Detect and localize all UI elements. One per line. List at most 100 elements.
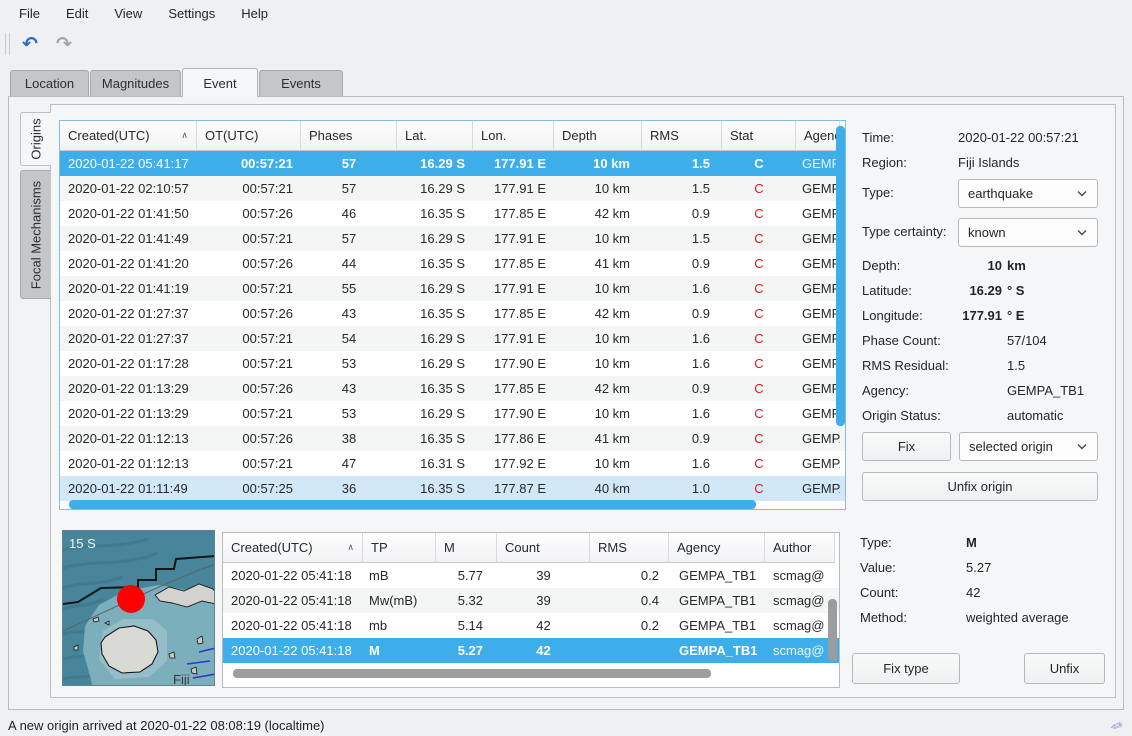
- table-cell: 16.29 S: [397, 151, 473, 176]
- table-cell: 16.31 S: [397, 451, 473, 476]
- menu-edit[interactable]: Edit: [55, 3, 99, 24]
- column-header-rms[interactable]: RMS: [590, 533, 669, 563]
- unfix-origin-button[interactable]: Unfix origin: [862, 472, 1098, 501]
- tab-magnitudes[interactable]: Magnitudes: [90, 70, 181, 97]
- magnitudes-hscrollbar[interactable]: [233, 669, 711, 678]
- table-row[interactable]: 2020-01-22 05:41:18mB5.77390.2GEMPA_TB1s…: [223, 563, 839, 588]
- menu-file[interactable]: File: [8, 3, 51, 24]
- table-cell: C: [722, 351, 796, 376]
- undo-icon[interactable]: ↶: [16, 30, 44, 58]
- column-header-m[interactable]: M: [436, 533, 497, 563]
- column-header-stat[interactable]: Stat: [722, 121, 796, 151]
- origins-table-body: 2020-01-22 05:41:1700:57:215716.29 S177.…: [60, 151, 845, 501]
- table-row[interactable]: 2020-01-22 01:12:1300:57:263816.35 S177.…: [60, 426, 845, 451]
- event-type-select[interactable]: earthquake: [958, 179, 1098, 208]
- table-cell: 2020-01-22 01:41:19: [60, 276, 197, 301]
- tab-origins[interactable]: Origins: [20, 112, 51, 166]
- table-cell: scmag@: [765, 588, 835, 613]
- table-cell: 5.32: [436, 588, 497, 613]
- tab-events[interactable]: Events: [259, 70, 343, 97]
- magnitudes-vscrollbar[interactable]: [828, 599, 837, 661]
- table-cell: M: [363, 638, 436, 663]
- table-cell: 16.29 S: [397, 176, 473, 201]
- table-row[interactable]: 2020-01-22 01:27:3700:57:264316.35 S177.…: [60, 301, 845, 326]
- table-cell: 42: [497, 638, 590, 663]
- table-row[interactable]: 2020-01-22 01:41:2000:57:264416.35 S177.…: [60, 251, 845, 276]
- table-cell: 10 km: [554, 401, 642, 426]
- column-header-phases[interactable]: Phases: [301, 121, 397, 151]
- table-cell: 2020-01-22 02:10:57: [60, 176, 197, 201]
- column-header-depth[interactable]: Depth: [554, 121, 642, 151]
- column-header-rms[interactable]: RMS: [642, 121, 722, 151]
- table-cell: 0.9: [642, 301, 722, 326]
- column-header-lon-[interactable]: Lon.: [473, 121, 554, 151]
- fix-type-button[interactable]: Fix type: [852, 653, 960, 684]
- table-cell: Mw(mB): [363, 588, 436, 613]
- table-cell: 10 km: [554, 326, 642, 351]
- magnitudes-table: Created(UTC)∧TPMCountRMSAgencyAuthor 202…: [222, 532, 840, 688]
- table-row[interactable]: 2020-01-22 01:11:4900:57:253616.35 S177.…: [60, 476, 845, 501]
- toolbar-drag-handle[interactable]: [5, 33, 10, 55]
- column-header-ot-utc-[interactable]: OT(UTC): [197, 121, 301, 151]
- table-row[interactable]: 2020-01-22 05:41:18Mw(mB)5.32390.4GEMPA_…: [223, 588, 839, 613]
- table-cell: C: [722, 251, 796, 276]
- table-cell: 42 km: [554, 301, 642, 326]
- table-cell: 10 km: [554, 176, 642, 201]
- table-row[interactable]: 2020-01-22 01:17:2800:57:215316.29 S177.…: [60, 351, 845, 376]
- map-thumbnail[interactable]: 15 S Fiji: [62, 530, 215, 686]
- origins-hscrollbar[interactable]: [69, 500, 756, 509]
- table-cell: mb: [363, 613, 436, 638]
- table-cell: C: [722, 226, 796, 251]
- table-row[interactable]: 2020-01-22 01:41:1900:57:215516.29 S177.…: [60, 276, 845, 301]
- table-cell: scmag@: [765, 638, 835, 663]
- table-row[interactable]: 2020-01-22 01:13:2900:57:264316.35 S177.…: [60, 376, 845, 401]
- column-header-agency[interactable]: Agency: [669, 533, 765, 563]
- table-cell: 44: [301, 251, 397, 276]
- type-certainty-select[interactable]: known: [958, 218, 1098, 247]
- column-header-agency[interactable]: Agency: [796, 121, 840, 151]
- table-cell: 47: [301, 451, 397, 476]
- table-cell: GEMPA_TB1: [796, 151, 840, 176]
- column-header-tp[interactable]: TP: [363, 533, 436, 563]
- tab-location[interactable]: Location: [10, 70, 89, 97]
- origins-vscrollbar[interactable]: [836, 126, 845, 426]
- menu-help[interactable]: Help: [230, 3, 279, 24]
- menu-settings[interactable]: Settings: [157, 3, 226, 24]
- table-row[interactable]: 2020-01-22 05:41:18M5.2742GEMPA_TB1scmag…: [223, 638, 839, 663]
- rms-residual-label: RMS Residual:: [862, 357, 949, 374]
- fix-button[interactable]: Fix: [862, 432, 951, 461]
- fix-mode-select[interactable]: selected origin: [959, 432, 1098, 461]
- table-cell: 00:57:26: [197, 301, 301, 326]
- table-row[interactable]: 2020-01-22 01:41:4900:57:215716.29 S177.…: [60, 226, 845, 251]
- status-message: A new origin arrived at 2020-01-22 08:08…: [8, 718, 1110, 733]
- column-header-lat-[interactable]: Lat.: [397, 121, 473, 151]
- mag-count-label: Count:: [860, 584, 898, 601]
- tab-focal-mechanisms[interactable]: Focal Mechanisms: [20, 170, 51, 299]
- table-cell: GEMPA_TB1: [796, 251, 840, 276]
- table-cell: 10 km: [554, 151, 642, 176]
- table-cell: 43: [301, 376, 397, 401]
- table-row[interactable]: 2020-01-22 05:41:18mb5.14420.2GEMPA_TB1s…: [223, 613, 839, 638]
- table-row[interactable]: 2020-01-22 02:10:5700:57:215716.29 S177.…: [60, 176, 845, 201]
- table-row[interactable]: 2020-01-22 01:12:1300:57:214716.31 S177.…: [60, 451, 845, 476]
- longitude-label: Longitude:: [862, 307, 923, 324]
- column-header-author[interactable]: Author: [765, 533, 835, 563]
- mag-value-label: Value:: [860, 559, 896, 576]
- table-row[interactable]: 2020-01-22 01:41:5000:57:264616.35 S177.…: [60, 201, 845, 226]
- column-label: OT(UTC): [205, 128, 258, 143]
- redo-icon[interactable]: ↷: [50, 30, 78, 58]
- tab-event[interactable]: Event: [182, 68, 258, 97]
- unfix-button[interactable]: Unfix: [1024, 653, 1105, 684]
- menu-view[interactable]: View: [103, 3, 153, 24]
- column-header-count[interactable]: Count: [497, 533, 590, 563]
- table-cell: 0.9: [642, 376, 722, 401]
- table-row[interactable]: 2020-01-22 01:13:2900:57:215316.29 S177.…: [60, 401, 845, 426]
- column-header-created-utc-[interactable]: Created(UTC)∧: [223, 533, 363, 563]
- table-cell: GEMPA_TB1: [669, 613, 765, 638]
- table-cell: 2020-01-22 01:13:29: [60, 401, 197, 426]
- depth-label: Depth:: [862, 257, 900, 274]
- column-header-created-utc-[interactable]: Created(UTC)∧: [60, 121, 197, 151]
- table-row[interactable]: 2020-01-22 01:27:3700:57:215416.29 S177.…: [60, 326, 845, 351]
- table-row[interactable]: 2020-01-22 05:41:1700:57:215716.29 S177.…: [60, 151, 845, 176]
- table-cell: 0.9: [642, 426, 722, 451]
